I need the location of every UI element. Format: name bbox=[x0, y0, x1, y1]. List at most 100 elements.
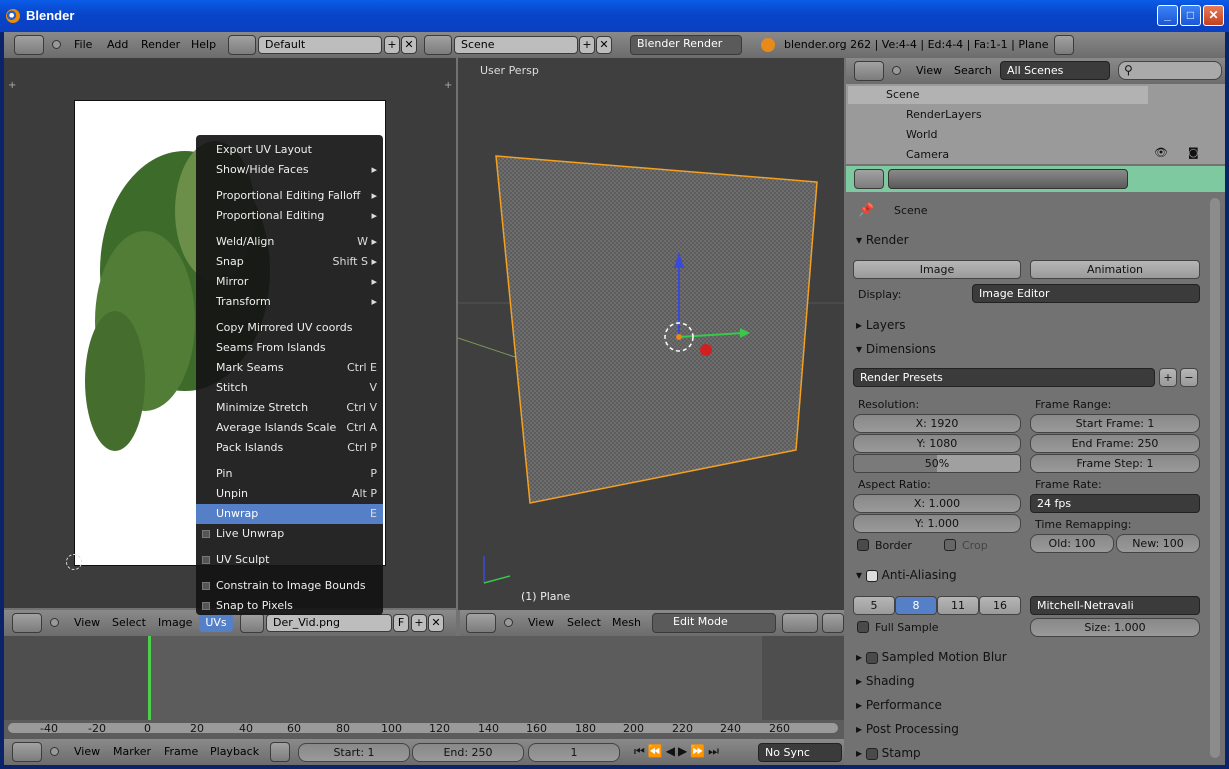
corner-plus-icon[interactable]: + bbox=[8, 80, 18, 91]
current-frame-field[interactable]: 1 bbox=[528, 743, 620, 762]
frame-step-field[interactable]: Frame Step: 1 bbox=[1030, 454, 1200, 473]
layers-panel-header[interactable]: ▸ Layers bbox=[856, 318, 906, 332]
add-preset-button[interactable]: + bbox=[1159, 368, 1177, 387]
uv-menu-uvs[interactable]: UVs bbox=[199, 614, 233, 632]
editor-type-icon[interactable] bbox=[12, 613, 42, 633]
outliner-filter-select[interactable]: All Scenes bbox=[1000, 61, 1110, 80]
render-engine-select[interactable]: Blender Render bbox=[630, 35, 742, 55]
editor-type-icon[interactable] bbox=[854, 169, 884, 189]
uv-menu-image[interactable]: Image bbox=[158, 616, 192, 629]
remove-layout-button[interactable]: ✕ bbox=[401, 36, 417, 54]
dimensions-panel-header[interactable]: ▾ Dimensions bbox=[856, 342, 936, 356]
outliner-menu-search[interactable]: Search bbox=[954, 64, 992, 77]
timeline-menu-playback[interactable]: Playback bbox=[210, 745, 259, 758]
menu-item-pack-islands[interactable]: Pack Islands Ctrl P bbox=[196, 438, 383, 458]
menu-item-unpin[interactable]: Unpin Alt P bbox=[196, 484, 383, 504]
end-frame-field[interactable]: End Frame: 250 bbox=[1030, 434, 1200, 453]
aa-sample-5[interactable]: 5 bbox=[853, 596, 895, 615]
camera-icon[interactable]: ◙ bbox=[1188, 146, 1199, 159]
menu-item-snap-to-pixels[interactable]: Snap to Pixels bbox=[196, 596, 383, 616]
viewport-menu-view[interactable]: View bbox=[528, 616, 554, 629]
3d-viewport[interactable]: User Persp (1) Plane bbox=[458, 58, 844, 610]
fake-user-button[interactable]: F bbox=[393, 614, 409, 632]
timeline-menu-frame[interactable]: Frame bbox=[164, 745, 198, 758]
aa-checkbox[interactable] bbox=[865, 569, 878, 582]
time-new-field[interactable]: New: 100 bbox=[1116, 534, 1200, 553]
fps-select[interactable]: 24 fps bbox=[1030, 494, 1200, 513]
menu-item-proportional-editing[interactable]: Proportional Editing ▸ bbox=[196, 206, 383, 226]
menu-add[interactable]: Add bbox=[107, 38, 128, 51]
image-name-field[interactable]: Der_Vid.png bbox=[266, 614, 392, 632]
aa-sample-11[interactable]: 11 bbox=[937, 596, 979, 615]
aspect-y-field[interactable]: Y: 1.000 bbox=[853, 514, 1021, 533]
menu-item-unwrap[interactable]: Unwrap E bbox=[196, 504, 383, 524]
menu-item-transform[interactable]: Transform ▸ bbox=[196, 292, 383, 312]
remove-preset-button[interactable]: − bbox=[1180, 368, 1198, 387]
menu-file[interactable]: File bbox=[74, 38, 92, 51]
outliner-item-camera[interactable]: Camera bbox=[906, 148, 949, 161]
time-old-field[interactable]: Old: 100 bbox=[1030, 534, 1114, 553]
aspect-x-field[interactable]: X: 1.000 bbox=[853, 494, 1021, 513]
uv-menu-view[interactable]: View bbox=[74, 616, 100, 629]
menu-item-export-uv-layout[interactable]: Export UV Layout bbox=[196, 140, 383, 160]
sync-select[interactable]: No Sync bbox=[758, 743, 842, 762]
resolution-y-field[interactable]: Y: 1080 bbox=[853, 434, 1021, 453]
aa-filter-select[interactable]: Mitchell-Netravali bbox=[1030, 596, 1200, 615]
resolution-x-field[interactable]: X: 1920 bbox=[853, 414, 1021, 433]
unlink-image-button[interactable]: ✕ bbox=[428, 614, 444, 632]
pin-icon[interactable]: 📌 bbox=[858, 203, 874, 218]
aa-size-field[interactable]: Size: 1.000 bbox=[1030, 618, 1200, 637]
menu-item-mark-seams[interactable]: Mark Seams Ctrl E bbox=[196, 358, 383, 378]
menu-item-live-unwrap[interactable]: Live Unwrap bbox=[196, 524, 383, 544]
mode-select[interactable]: Edit Mode bbox=[652, 613, 776, 633]
pivot-icon[interactable] bbox=[822, 613, 844, 633]
motion-blur-checkbox[interactable] bbox=[865, 651, 878, 664]
menu-render[interactable]: Render bbox=[141, 38, 180, 51]
layout-field[interactable]: Default bbox=[258, 36, 382, 54]
editor-type-icon[interactable] bbox=[14, 35, 44, 55]
menu-item-pin[interactable]: Pin P bbox=[196, 464, 383, 484]
aa-sample-8[interactable]: 8 bbox=[895, 596, 937, 615]
new-image-button[interactable]: + bbox=[411, 614, 427, 632]
collapse-icon[interactable] bbox=[892, 66, 901, 75]
fullscreen-icon[interactable] bbox=[1054, 35, 1074, 55]
outliner-search-input[interactable]: ⚲ bbox=[1118, 61, 1222, 80]
eye-icon[interactable]: 👁 bbox=[1154, 146, 1168, 159]
menu-item-constrain-bounds[interactable]: Constrain to Image Bounds bbox=[196, 576, 383, 596]
outliner-menu-view[interactable]: View bbox=[916, 64, 942, 77]
render-animation-button[interactable]: Animation bbox=[1030, 260, 1200, 279]
collapse-icon[interactable] bbox=[504, 618, 513, 627]
border-checkbox[interactable] bbox=[857, 539, 869, 551]
uv-menu-select[interactable]: Select bbox=[112, 616, 146, 629]
timeline-area[interactable] bbox=[4, 636, 844, 740]
shading-panel-header[interactable]: ▸ Shading bbox=[856, 674, 915, 688]
playback-controls[interactable]: ⏮⏪◀▶⏩⏭ bbox=[634, 744, 754, 760]
current-frame-marker[interactable] bbox=[148, 636, 151, 720]
menu-item-minimize-stretch[interactable]: Minimize Stretch Ctrl V bbox=[196, 398, 383, 418]
menu-item-show-hide-faces[interactable]: Show/Hide Faces ▸ bbox=[196, 160, 383, 180]
collapse-icon[interactable] bbox=[50, 747, 59, 756]
viewport-menu-mesh[interactable]: Mesh bbox=[612, 616, 641, 629]
scene-field[interactable]: Scene bbox=[454, 36, 578, 54]
scene-icon[interactable] bbox=[424, 35, 452, 55]
menu-item-stitch[interactable]: Stitch V bbox=[196, 378, 383, 398]
outliner-item-world[interactable]: World bbox=[906, 128, 938, 141]
viewport-menu-select[interactable]: Select bbox=[567, 616, 601, 629]
menu-item-proportional-falloff[interactable]: Proportional Editing Falloff ▸ bbox=[196, 186, 383, 206]
end-frame-field[interactable]: End: 250 bbox=[412, 743, 524, 762]
crop-checkbox[interactable] bbox=[944, 539, 956, 551]
start-frame-field[interactable]: Start: 1 bbox=[298, 743, 410, 762]
add-layout-button[interactable]: + bbox=[384, 36, 400, 54]
timeline-scrollbar[interactable] bbox=[8, 723, 838, 733]
menu-item-weld-align[interactable]: Weld/Align W ▸ bbox=[196, 232, 383, 252]
editor-type-icon[interactable] bbox=[12, 742, 42, 762]
checkbox-icon[interactable] bbox=[202, 582, 210, 590]
properties-context-tabs[interactable] bbox=[888, 169, 1128, 189]
menu-help[interactable]: Help bbox=[191, 38, 216, 51]
aa-panel-header[interactable]: ▾ Anti-Aliasing bbox=[856, 568, 957, 582]
menu-item-snap[interactable]: Snap Shift S ▸ bbox=[196, 252, 383, 272]
menu-item-mirror[interactable]: Mirror ▸ bbox=[196, 272, 383, 292]
stamp-checkbox[interactable] bbox=[865, 747, 878, 760]
full-sample-checkbox[interactable] bbox=[857, 621, 869, 633]
checkbox-icon[interactable] bbox=[202, 602, 210, 610]
